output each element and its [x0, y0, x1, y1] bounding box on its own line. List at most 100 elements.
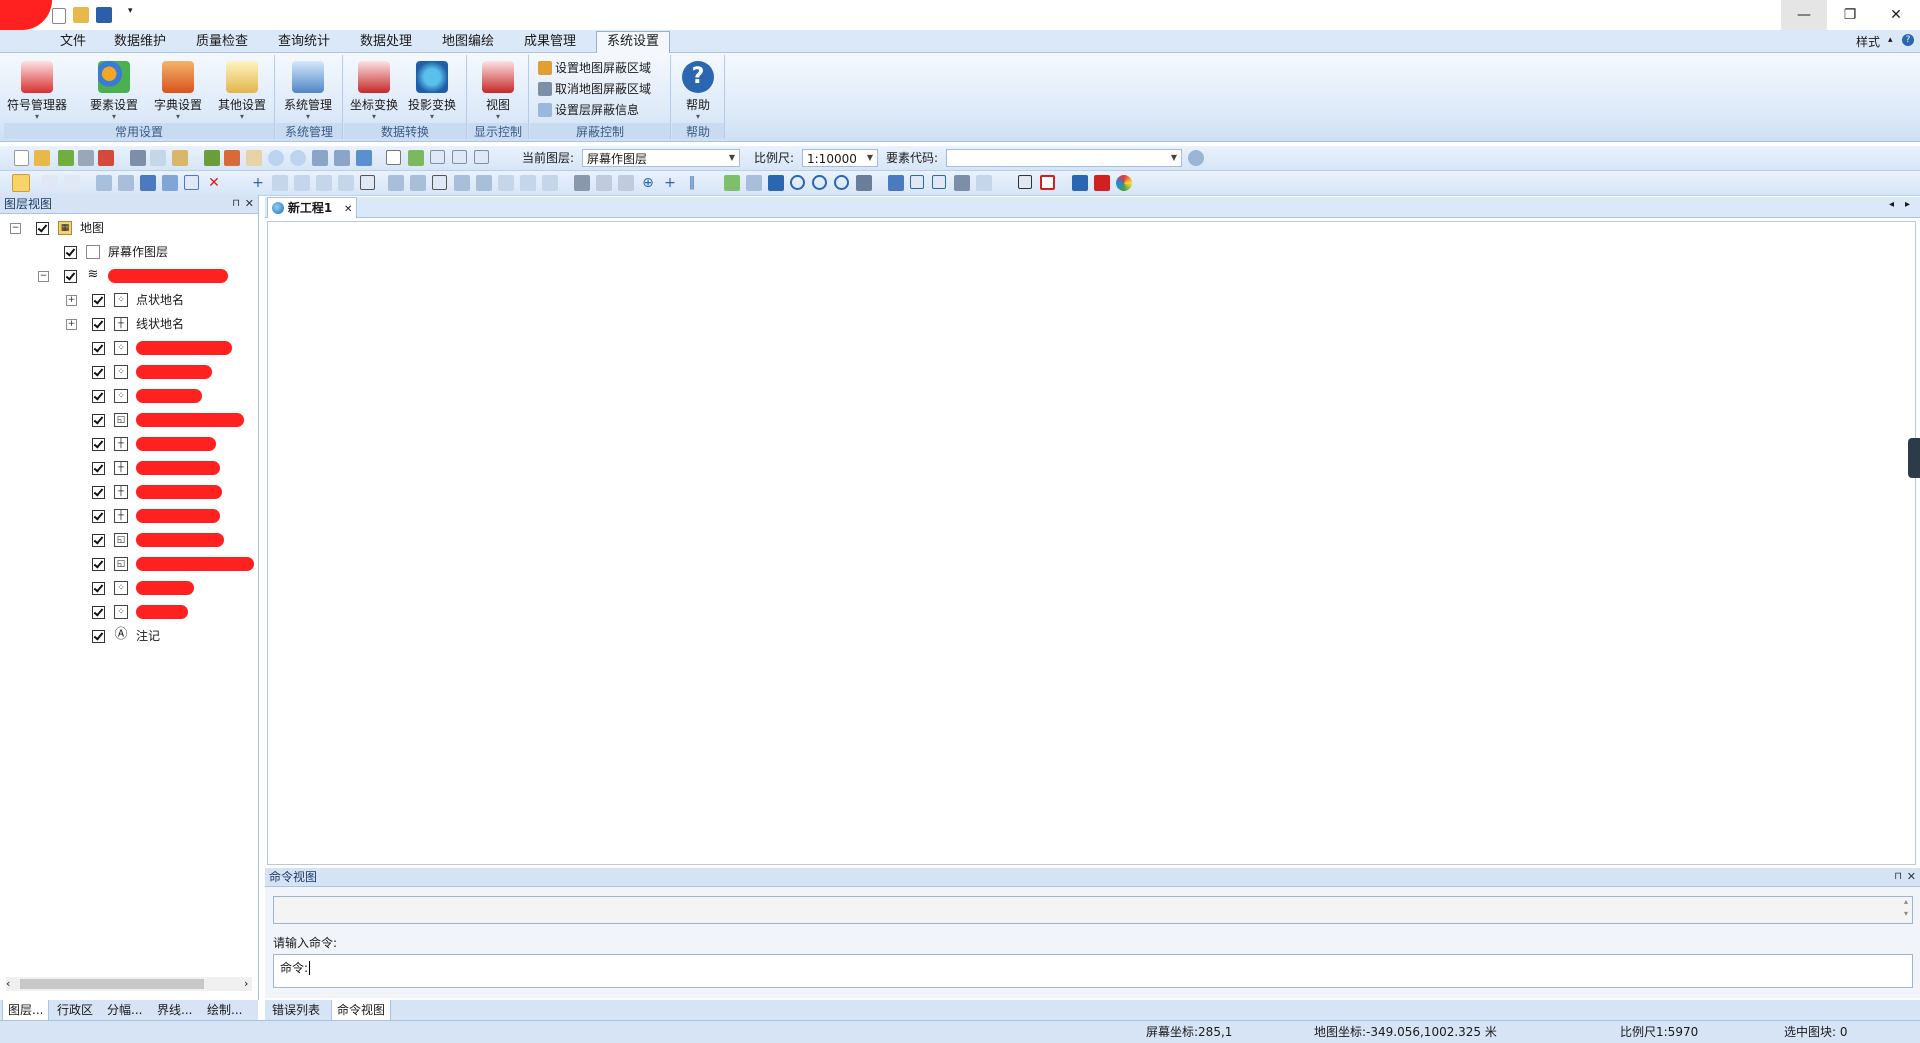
- crosshair-icon[interactable]: +: [662, 175, 678, 191]
- layer-visibility-checkbox[interactable]: [92, 534, 105, 547]
- feature-settings-button[interactable]: 要素设置 ▾: [86, 59, 142, 121]
- pattern-icon[interactable]: [954, 175, 970, 191]
- draw-polyline-icon[interactable]: [294, 175, 310, 191]
- layer-tree-row[interactable]: ⁘: [0, 338, 256, 358]
- tab-system-settings[interactable]: 系统设置: [596, 31, 671, 53]
- layer-visibility-checkbox[interactable]: [92, 510, 105, 523]
- layer-visibility-checkbox[interactable]: [92, 606, 105, 619]
- refresh-map-icon[interactable]: [408, 150, 424, 166]
- import-icon[interactable]: [58, 150, 74, 166]
- layer-visibility-checkbox[interactable]: [92, 630, 105, 643]
- side-handle[interactable]: [1908, 438, 1920, 478]
- layer-tree-row[interactable]: ┼: [0, 482, 256, 502]
- print-icon[interactable]: [78, 150, 94, 166]
- new-icon[interactable]: [14, 150, 29, 166]
- panel-icon[interactable]: [474, 150, 489, 164]
- double-line-icon[interactable]: ‖: [684, 175, 700, 191]
- move-icon[interactable]: [768, 175, 784, 191]
- delete-x-icon[interactable]: ✕: [206, 175, 222, 191]
- draw-polygon-icon[interactable]: [360, 175, 375, 190]
- cross-snap-icon[interactable]: ⊕: [640, 175, 656, 191]
- ribbon-collapse-icon[interactable]: ▴: [1888, 35, 1893, 45]
- tab-data-maintenance[interactable]: 数据维护: [104, 32, 176, 52]
- collapse-icon[interactable]: −: [10, 223, 21, 234]
- open-icon[interactable]: [34, 150, 50, 166]
- trim-icon[interactable]: [520, 175, 536, 191]
- layer-tree-row[interactable]: ⁘: [0, 362, 256, 382]
- tab-scroll-right-icon[interactable]: ▸: [1905, 199, 1910, 210]
- layer-tree-row[interactable]: ◱: [0, 554, 256, 574]
- layer-tree-row[interactable]: 屏幕作图层: [0, 242, 256, 262]
- rotate-left-icon[interactable]: [790, 175, 805, 190]
- copy-icon[interactable]: [150, 150, 166, 166]
- layer-visibility-checkbox[interactable]: [92, 438, 105, 451]
- node-edit-icon[interactable]: [96, 175, 112, 191]
- scroll-down-icon[interactable]: ▾: [1904, 909, 1908, 918]
- move-grid-icon[interactable]: [746, 175, 762, 191]
- open-folder-icon[interactable]: [73, 7, 89, 23]
- label-s-icon[interactable]: [932, 175, 946, 189]
- projection-transform-button[interactable]: 投影变换 ▾: [404, 59, 460, 121]
- layer-visibility-checkbox[interactable]: [36, 222, 49, 235]
- parallelogram-icon[interactable]: [724, 175, 740, 191]
- box-select-icon[interactable]: [184, 175, 199, 190]
- tab-scroll-left-icon[interactable]: ◂: [1889, 199, 1894, 210]
- connect-icon[interactable]: [542, 175, 558, 191]
- paint-icon[interactable]: [1094, 175, 1110, 191]
- help-circle-icon[interactable]: ?: [1902, 34, 1914, 46]
- grid-icon[interactable]: [430, 150, 445, 164]
- cut-icon[interactable]: [130, 150, 146, 166]
- select-arrow-icon[interactable]: [12, 174, 30, 192]
- collapse-icon[interactable]: −: [38, 271, 49, 282]
- extend-icon[interactable]: [498, 175, 514, 191]
- layer-visibility-checkbox[interactable]: [92, 462, 105, 475]
- layer-tree-row[interactable]: ┼: [0, 458, 256, 478]
- map-canvas[interactable]: [267, 221, 1916, 865]
- back-arrow-icon[interactable]: [312, 150, 328, 166]
- tab-boundaries[interactable]: 界线...: [152, 1000, 197, 1020]
- scale-select[interactable]: 1:10000 ▼: [802, 149, 878, 167]
- rotate-right-icon[interactable]: [812, 175, 827, 190]
- coordinate-transform-button[interactable]: 坐标变换 ▾: [346, 59, 402, 121]
- draw-spline-icon[interactable]: [338, 175, 354, 191]
- zoom-out-icon[interactable]: [290, 150, 306, 166]
- view-button[interactable]: 视图 ▾: [470, 59, 526, 121]
- layer-visibility-checkbox[interactable]: [64, 246, 77, 259]
- layer-visibility-checkbox[interactable]: [92, 390, 105, 403]
- forward-arrow-icon[interactable]: [334, 150, 350, 166]
- set-map-mask-button[interactable]: 设置地图屏蔽区域: [538, 58, 651, 78]
- pointer-alt-icon[interactable]: [64, 175, 80, 191]
- close-tab-icon[interactable]: ✕: [344, 204, 352, 215]
- tab-sheets[interactable]: 分幅...: [102, 1000, 147, 1020]
- copy-feature-icon[interactable]: [162, 175, 178, 191]
- parallel-icon[interactable]: [454, 175, 470, 191]
- current-layer-select[interactable]: 屏幕作图层 ▼: [582, 149, 740, 167]
- layer-visibility-checkbox[interactable]: [92, 342, 105, 355]
- layer-tree-row[interactable]: + ⁘ 点状地名: [0, 290, 256, 310]
- tab-query-statistics[interactable]: 查询统计: [268, 32, 340, 52]
- full-extent-icon[interactable]: [356, 150, 372, 166]
- tab-quality-check[interactable]: 质量检查: [186, 32, 258, 52]
- horizontal-scrollbar[interactable]: ‹ ›: [6, 977, 252, 991]
- draw-line-icon[interactable]: [272, 175, 288, 191]
- command-input[interactable]: 命令:: [273, 954, 1913, 988]
- layer-visibility-checkbox[interactable]: [92, 486, 105, 499]
- scroll-right-icon[interactable]: ›: [244, 977, 248, 990]
- set-layer-mask-button[interactable]: 设置层屏蔽信息: [538, 100, 639, 120]
- close-button[interactable]: ✕: [1873, 0, 1919, 30]
- layer-visibility-checkbox[interactable]: [92, 558, 105, 571]
- rotate-cw-icon[interactable]: [834, 175, 849, 190]
- layer-visibility-checkbox[interactable]: [64, 270, 77, 283]
- layer-visibility-checkbox[interactable]: [92, 294, 105, 307]
- restore-button[interactable]: ❐: [1827, 0, 1873, 30]
- layer-visibility-checkbox[interactable]: [92, 414, 105, 427]
- layer-tree-row[interactable]: ⁘: [0, 386, 256, 406]
- other-settings-button[interactable]: 其他设置 ▾: [214, 59, 270, 121]
- layer-tree-row[interactable]: ⁘: [0, 602, 256, 622]
- system-management-button[interactable]: 系统管理 ▾: [280, 59, 336, 121]
- layer-tree-row[interactable]: + ┼ 线状地名: [0, 314, 256, 334]
- label-l-icon[interactable]: [910, 175, 924, 189]
- save-icon[interactable]: [96, 7, 112, 23]
- tab-results[interactable]: 成果管理: [514, 32, 586, 52]
- layer-tree-row[interactable]: ◱: [0, 410, 256, 430]
